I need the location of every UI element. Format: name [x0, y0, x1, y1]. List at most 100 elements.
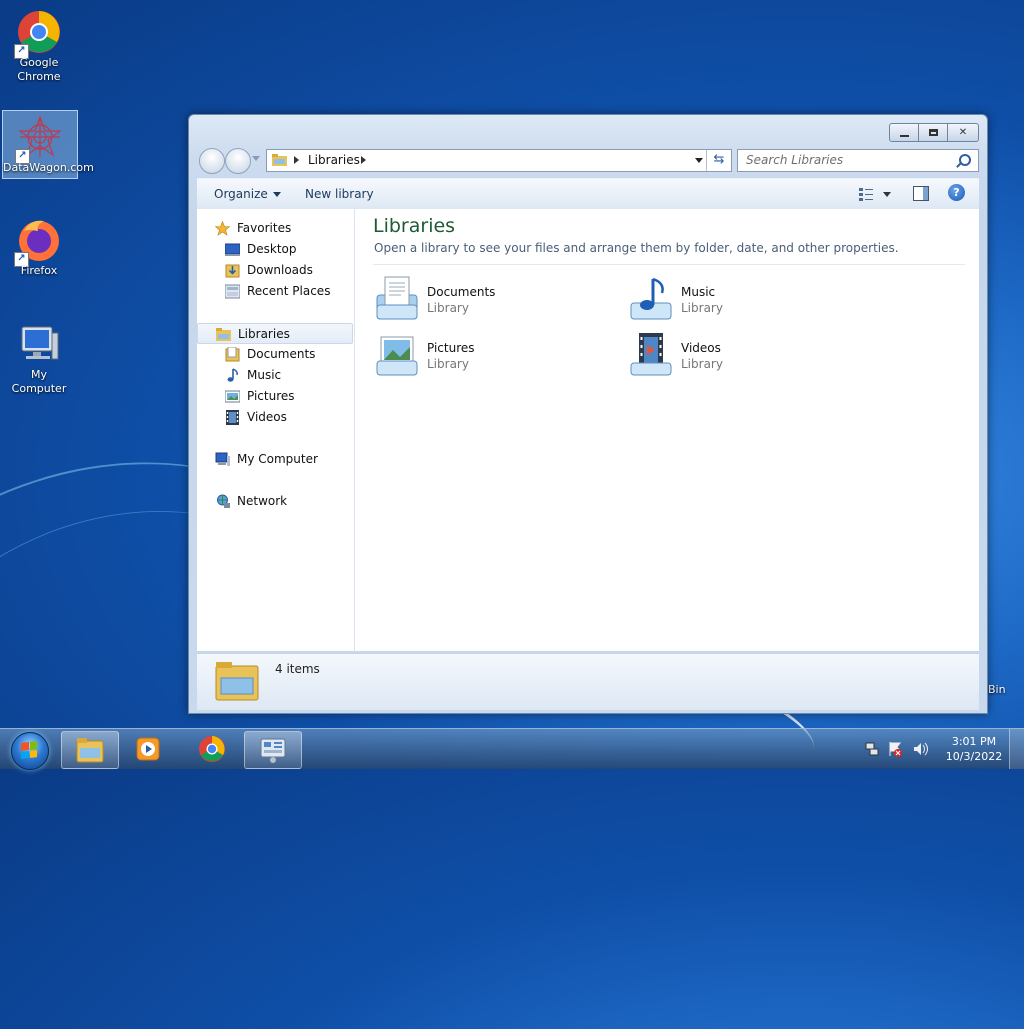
- view-options-dropdown[interactable]: [883, 192, 891, 197]
- organize-button[interactable]: Organize: [214, 187, 281, 201]
- recycle-bin-label[interactable]: Bin: [988, 683, 1006, 696]
- libraries-folder-icon: [215, 662, 259, 701]
- desktop-icon-google-chrome[interactable]: ↗ Google Chrome: [2, 6, 76, 83]
- volume-icon[interactable]: [914, 742, 928, 756]
- forward-button[interactable]: [225, 148, 251, 174]
- desktop-icon-firefox[interactable]: ↗ Firefox: [2, 214, 76, 281]
- nav-recent-places[interactable]: Recent Places: [197, 281, 353, 302]
- desktop-icon-label: Google Chrome: [17, 56, 61, 83]
- desktop-icon-my-computer[interactable]: My Computer: [2, 318, 76, 395]
- nav-libraries[interactable]: Libraries: [197, 323, 353, 344]
- search-icon[interactable]: [959, 154, 971, 166]
- search-box[interactable]: Search Libraries: [737, 149, 979, 172]
- page-title: Libraries: [373, 215, 456, 237]
- breadcrumb-separator-icon[interactable]: [361, 156, 366, 164]
- page-subtitle: Open a library to see your files and arr…: [374, 241, 899, 255]
- library-kind: Library: [681, 357, 723, 371]
- library-item-music[interactable]: Music Library: [627, 275, 857, 323]
- explorer-window[interactable]: ✕ Libraries ⇆ Search Libraries Organize …: [188, 114, 988, 714]
- star-icon: [215, 221, 230, 236]
- back-button[interactable]: [199, 148, 225, 174]
- nav-label: Documents: [247, 347, 316, 361]
- desktop-icon-label: DataWagon.com: [3, 161, 94, 174]
- address-history-dropdown[interactable]: [695, 158, 703, 163]
- nav-label: My Computer: [237, 452, 318, 466]
- divider: [373, 264, 965, 265]
- caption-buttons: ✕: [889, 123, 979, 142]
- nav-my-computer[interactable]: My Computer: [197, 449, 353, 470]
- help-icon[interactable]: ?: [948, 184, 965, 201]
- item-count: 4 items: [275, 662, 320, 676]
- recent-pages-dropdown[interactable]: [252, 156, 260, 161]
- breadcrumb-libraries[interactable]: Libraries: [308, 153, 360, 167]
- downloads-icon: [225, 264, 240, 278]
- library-kind: Library: [427, 357, 469, 371]
- system-tray: [865, 742, 928, 757]
- nav-label: Downloads: [247, 263, 313, 277]
- action-center-flag-icon[interactable]: [889, 742, 902, 757]
- taskbar-chrome[interactable]: [184, 731, 240, 767]
- nav-label: Recent Places: [247, 284, 331, 298]
- nav-music[interactable]: Music: [197, 365, 353, 386]
- preview-pane-icon[interactable]: [913, 186, 929, 201]
- firefox-icon: ↗: [14, 217, 62, 267]
- desktop-icon: [225, 243, 240, 256]
- nav-desktop[interactable]: Desktop: [197, 239, 353, 260]
- pictures-library-icon: [376, 336, 418, 376]
- library-item-videos[interactable]: Videos Library: [627, 331, 857, 379]
- music-icon: [227, 368, 238, 382]
- media-player-icon: [136, 737, 160, 761]
- nav-pictures[interactable]: Pictures: [197, 386, 353, 407]
- nav-label: Favorites: [237, 221, 292, 235]
- desktop-icon-datawagon[interactable]: ↗ DataWagon.com: [2, 110, 94, 179]
- address-bar[interactable]: Libraries ⇆: [266, 149, 732, 172]
- chevron-down-icon: [272, 192, 281, 197]
- content-pane: Libraries Open a library to see your fil…: [355, 209, 979, 651]
- pictures-icon: [225, 390, 240, 403]
- nav-label: Network: [237, 494, 288, 508]
- change-view-icon[interactable]: [859, 187, 873, 201]
- nav-favorites[interactable]: Favorites: [197, 218, 353, 239]
- libraries-icon: [216, 328, 231, 341]
- control-panel-icon: [260, 738, 286, 763]
- music-library-icon: [630, 277, 672, 320]
- chrome-icon: ↗: [14, 9, 62, 59]
- breadcrumb-separator-icon[interactable]: [294, 156, 299, 164]
- network-status-icon[interactable]: [865, 742, 879, 756]
- library-name: Videos: [681, 341, 721, 355]
- windows-logo-icon: [21, 741, 37, 759]
- recent-places-icon: [225, 284, 240, 299]
- computer-icon: [16, 321, 62, 367]
- videos-icon: [226, 410, 239, 425]
- desktop-icon-label: Firefox: [20, 264, 58, 277]
- nav-label: Pictures: [247, 389, 295, 403]
- library-item-documents[interactable]: Documents Library: [373, 275, 603, 323]
- videos-library-icon: [630, 333, 672, 376]
- library-kind: Library: [427, 301, 469, 315]
- nav-network[interactable]: Network: [197, 491, 353, 512]
- taskbar-explorer[interactable]: [61, 731, 119, 769]
- nav-documents[interactable]: Documents: [197, 344, 353, 365]
- navigation-pane: Favorites Desktop Downloads Recent Place…: [197, 209, 355, 651]
- nav-videos[interactable]: Videos: [197, 407, 353, 428]
- library-name: Documents: [427, 285, 496, 299]
- library-item-pictures[interactable]: Pictures Library: [373, 331, 603, 379]
- taskbar-control-panel[interactable]: [244, 731, 302, 769]
- libraries-folder-icon: [272, 154, 287, 166]
- search-placeholder: Search Libraries: [746, 153, 844, 167]
- library-name: Pictures: [427, 341, 475, 355]
- minimize-button[interactable]: [889, 123, 919, 142]
- clock-time: 3:01 PM: [951, 735, 997, 748]
- clock[interactable]: 3:01 PM 10/3/2022: [940, 734, 1008, 764]
- details-pane: 4 items: [197, 653, 979, 710]
- start-button[interactable]: [4, 730, 54, 770]
- show-desktop-button[interactable]: [1009, 729, 1024, 769]
- library-name: Music: [681, 285, 716, 299]
- taskbar-media-player[interactable]: [120, 731, 176, 767]
- refresh-icon[interactable]: ⇆: [706, 150, 731, 171]
- close-button[interactable]: ✕: [948, 123, 979, 142]
- nav-downloads[interactable]: Downloads: [197, 260, 353, 281]
- maximize-button[interactable]: [919, 123, 948, 142]
- new-library-button[interactable]: New library: [305, 187, 374, 201]
- nav-label: Desktop: [247, 242, 297, 256]
